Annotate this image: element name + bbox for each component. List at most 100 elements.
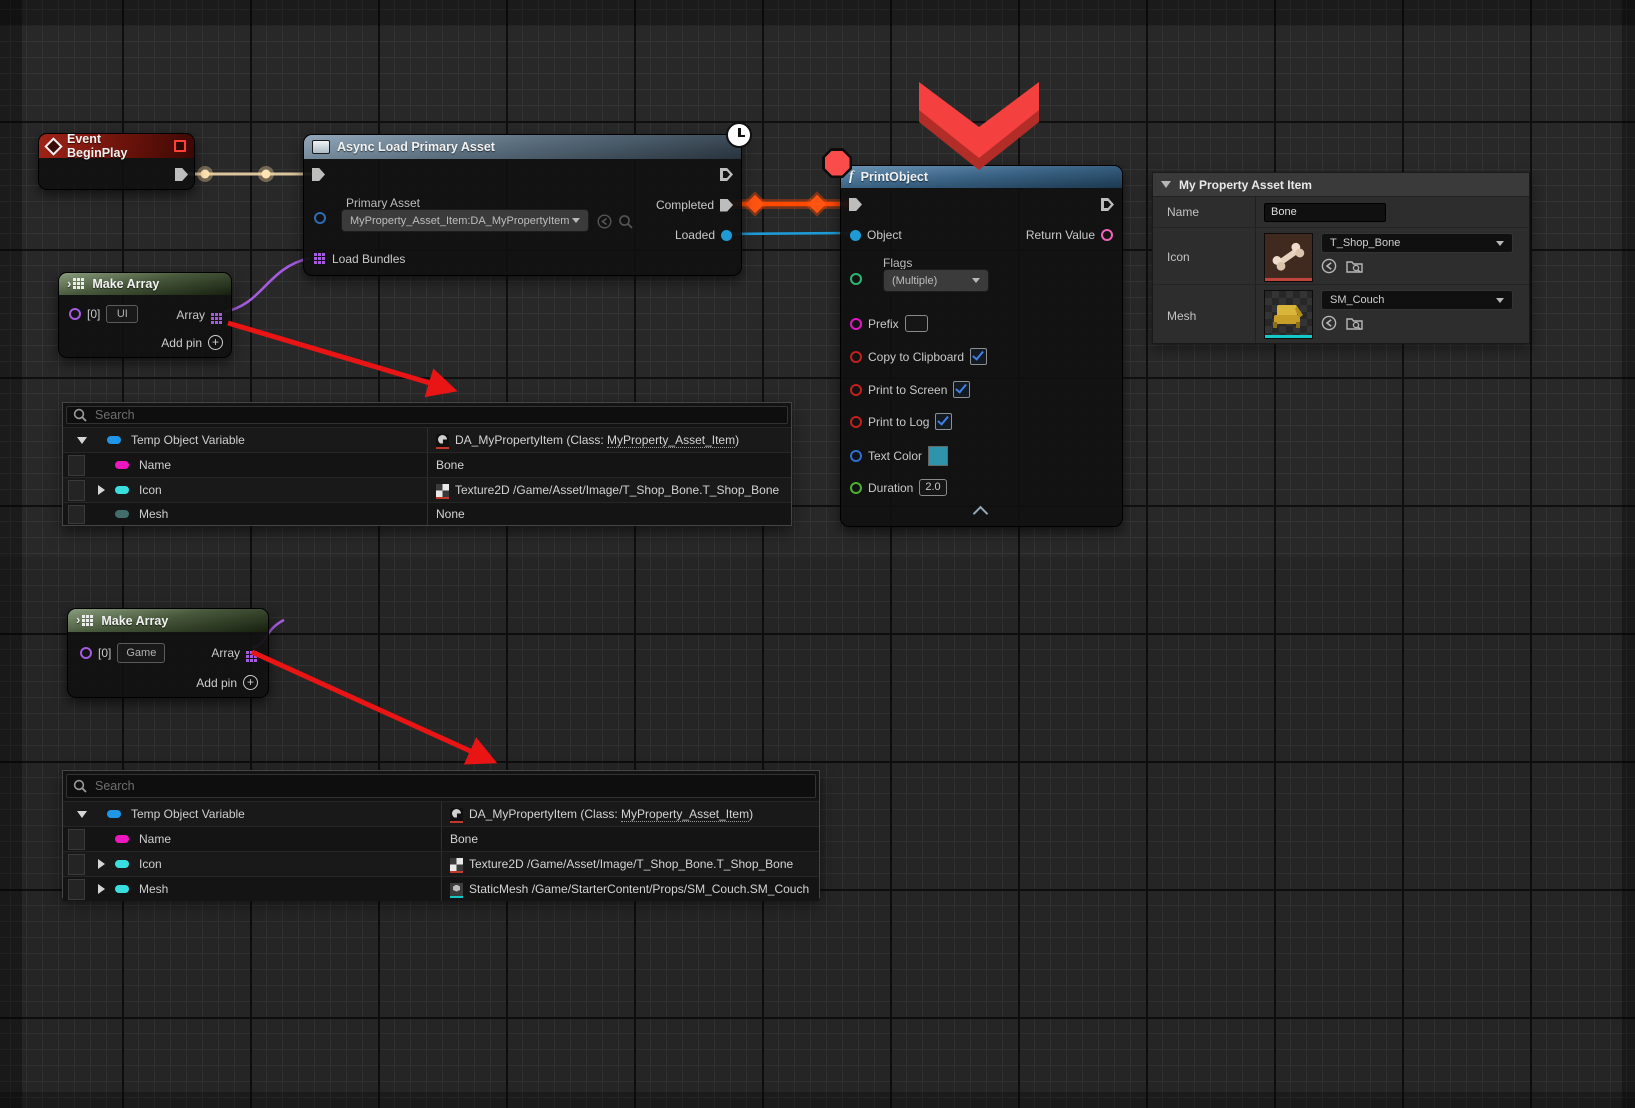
exec-output-pin[interactable] — [720, 168, 733, 181]
copy-to-clipboard-checkbox[interactable] — [970, 348, 987, 365]
icon-thumbnail[interactable] — [1264, 233, 1313, 282]
print-to-log-checkbox[interactable] — [935, 413, 952, 430]
expander-right-icon[interactable] — [98, 485, 105, 495]
print-to-screen-label: Print to Screen — [868, 383, 947, 397]
use-asset-icon[interactable] — [1321, 258, 1337, 274]
copy-to-clipboard-pin[interactable] — [850, 351, 862, 363]
exec-output-pin[interactable] — [175, 168, 188, 181]
browse-to-asset-button[interactable] — [618, 214, 633, 229]
node-make-array-ui[interactable]: Make Array [0] UI Array Add pin — [58, 272, 232, 358]
watch-row-icon[interactable]: Icon Texture2D /Game/Asset/Image/T_Shop_… — [63, 851, 819, 876]
expander-down-icon[interactable] — [77, 811, 87, 818]
couch-image — [1265, 291, 1312, 338]
exec-output-pin[interactable] — [1101, 198, 1114, 211]
watch-row-mesh[interactable]: Mesh None — [63, 502, 791, 525]
node-event-beginplay[interactable]: Event BeginPlay — [38, 133, 195, 190]
search-bar[interactable] — [66, 406, 788, 424]
text-color-swatch[interactable] — [928, 446, 948, 466]
row-value: StaticMesh /Game/StarterContent/Props/SM… — [469, 882, 809, 896]
loaded-label: Loaded — [675, 228, 715, 242]
node-async-load-primary-asset[interactable]: Async Load Primary Asset Primary Asset M… — [303, 134, 742, 276]
function-icon: f — [849, 170, 854, 184]
search-bar[interactable] — [66, 774, 816, 798]
class-link[interactable]: MyProperty_Asset_Item — [607, 433, 735, 448]
object-pin[interactable] — [850, 230, 861, 241]
mesh-asset-dropdown[interactable]: SM_Couch — [1321, 290, 1513, 310]
name-field[interactable]: Bone — [1264, 203, 1386, 222]
node-make-array-game[interactable]: Make Array [0] Game Array Add pin — [67, 608, 269, 698]
texture-pin-icon — [115, 486, 129, 494]
watch-panel-bottom: Temp Object Variable DA_MyPropertyItem (… — [62, 770, 820, 898]
watch-row-mesh[interactable]: Mesh StaticMesh /Game/StarterContent/Pro… — [63, 876, 819, 901]
loaded-pin[interactable] — [721, 230, 732, 241]
texture-pin-icon — [115, 860, 129, 868]
element-value-input[interactable]: Game — [117, 643, 165, 663]
array-element-pin[interactable] — [69, 308, 81, 320]
text-color-pin[interactable] — [850, 450, 862, 462]
data-asset-icon — [450, 808, 463, 821]
completed-exec-pin[interactable] — [720, 199, 733, 212]
row-label: Name — [139, 458, 171, 472]
exec-input-pin[interactable] — [849, 198, 862, 211]
primary-asset-dropdown[interactable]: MyProperty_Asset_Item:DA_MyPropertyItem — [341, 209, 589, 232]
watch-row-name[interactable]: Name Bone — [63, 452, 791, 477]
flags-label: Flags — [883, 256, 912, 270]
breakpoint-icon[interactable] — [822, 148, 852, 178]
icon-asset-dropdown[interactable]: T_Shop_Bone — [1321, 233, 1513, 253]
array-grid-icon[interactable] — [314, 253, 317, 256]
row-label: Icon — [139, 483, 162, 497]
watch-row-root[interactable]: Temp Object Variable DA_MyPropertyItem (… — [63, 427, 791, 452]
details-panel-my-property-asset-item: My Property Asset Item Name Bone Icon — [1152, 172, 1530, 344]
node-print-object[interactable]: f PrintObject Object Return Value Flags … — [840, 165, 1123, 527]
watch-row-icon[interactable]: Icon Texture2D /Game/Asset/Image/T_Shop_… — [63, 477, 791, 502]
print-to-screen-pin[interactable] — [850, 384, 862, 396]
row-value: Texture2D /Game/Asset/Image/T_Shop_Bone.… — [469, 857, 793, 871]
duration-pin[interactable] — [850, 482, 862, 494]
add-pin-icon[interactable] — [243, 675, 258, 690]
collapse-icon[interactable] — [973, 506, 989, 522]
clock-icon — [726, 122, 752, 148]
watch-row-root[interactable]: Temp Object Variable DA_MyPropertyItem (… — [63, 801, 819, 826]
annotation-arrow-bottom — [252, 652, 490, 760]
completed-label: Completed — [656, 198, 714, 212]
primary-asset-value: MyProperty_Asset_Item:DA_MyPropertyItem — [350, 215, 569, 227]
mesh-label: Mesh — [1153, 285, 1256, 343]
search-input[interactable] — [93, 778, 809, 794]
object-label: Object — [867, 228, 902, 242]
search-input[interactable] — [93, 407, 781, 423]
prefix-pin[interactable] — [850, 318, 862, 330]
print-to-screen-checkbox[interactable] — [953, 381, 970, 398]
return-value-pin[interactable] — [1101, 229, 1113, 241]
row-value: Bone — [436, 458, 464, 472]
canvas-edge-right — [1622, 0, 1635, 1108]
array-element-pin[interactable] — [80, 647, 92, 659]
icon-label: Icon — [1153, 228, 1256, 284]
element-value-input[interactable]: UI — [106, 305, 138, 323]
add-pin-icon[interactable] — [208, 335, 223, 350]
mesh-thumbnail[interactable] — [1264, 290, 1313, 339]
browse-asset-icon[interactable] — [1346, 258, 1363, 274]
browse-asset-icon[interactable] — [1346, 315, 1363, 331]
expander-right-icon[interactable] — [98, 884, 105, 894]
use-asset-icon[interactable] — [1321, 315, 1337, 331]
flags-dropdown[interactable]: (Multiple) — [883, 269, 989, 292]
array-output-pin[interactable] — [211, 313, 214, 316]
texture-asset-icon — [450, 858, 463, 871]
prefix-input[interactable] — [905, 315, 928, 332]
exec-input-pin[interactable] — [312, 168, 325, 181]
collapse-arrow-icon[interactable] — [1161, 181, 1171, 188]
blueprint-graph-canvas[interactable]: { "colors":{ "exec_wire_active":"#ff4800… — [0, 0, 1635, 1108]
use-selected-asset-button[interactable] — [597, 214, 612, 229]
class-link[interactable]: MyProperty_Asset_Item — [621, 807, 749, 822]
duration-input[interactable]: 2.0 — [919, 479, 946, 496]
async-node-icon — [312, 140, 330, 154]
primary-asset-pin[interactable] — [314, 212, 326, 224]
row-value: None — [436, 507, 465, 521]
flags-pin[interactable] — [850, 273, 862, 285]
watch-row-name[interactable]: Name Bone — [63, 826, 819, 851]
expander-right-icon[interactable] — [98, 859, 105, 869]
details-title: My Property Asset Item — [1179, 178, 1312, 192]
array-output-pin[interactable] — [246, 651, 249, 654]
print-to-log-pin[interactable] — [850, 416, 862, 428]
expander-down-icon[interactable] — [77, 437, 87, 444]
